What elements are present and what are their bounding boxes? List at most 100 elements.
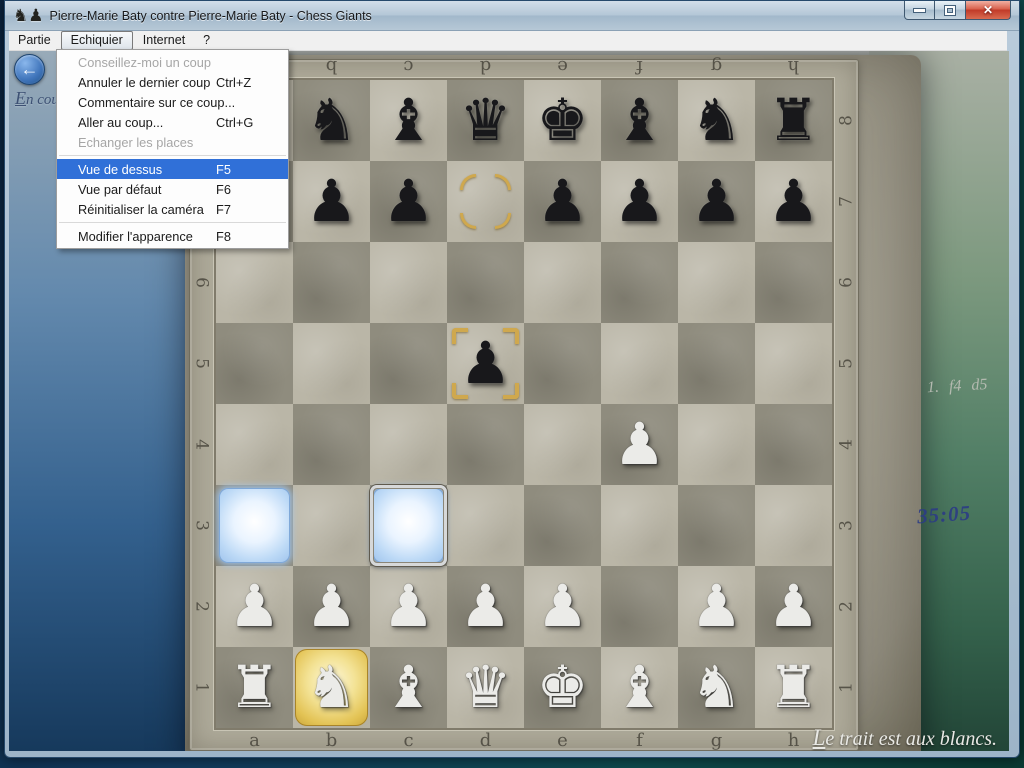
square-e4[interactable] — [524, 404, 601, 485]
square-d4[interactable] — [447, 404, 524, 485]
window-controls: ✕ — [904, 1, 1011, 20]
piece-black-bishop[interactable]: ♝ — [601, 80, 678, 161]
menubar: PartieEchiquierInternet? — [9, 31, 1007, 51]
menubar-item-echiquier[interactable]: Echiquier — [61, 31, 133, 50]
square-g8[interactable]: ♞ — [678, 80, 755, 161]
rank-label-right-3: 3 — [807, 517, 888, 535]
piece-black-pawn[interactable]: ♟ — [524, 161, 601, 242]
square-c2[interactable]: ♟ — [370, 566, 447, 647]
square-f2[interactable] — [601, 566, 678, 647]
file-label-bottom-f: f — [601, 730, 678, 751]
rank-label-right-8: 8 — [807, 112, 888, 130]
square-g2[interactable]: ♟ — [678, 566, 755, 647]
piece-white-pawn[interactable]: ♟ — [370, 566, 447, 647]
menu-item-echanger-les-places: Echanger les places — [57, 132, 288, 152]
menu-item-modifier-l-apparence[interactable]: Modifier l'apparenceF8 — [57, 226, 288, 246]
square-d3[interactable] — [447, 485, 524, 566]
square-d7[interactable] — [447, 161, 524, 242]
square-b6[interactable] — [293, 242, 370, 323]
square-c5[interactable] — [370, 323, 447, 404]
piece-white-pawn[interactable]: ♟ — [293, 566, 370, 647]
menubar-item-partie[interactable]: Partie — [9, 31, 60, 50]
menu-item-label: Réinitialiser la caméra — [78, 202, 216, 217]
square-e2[interactable]: ♟ — [524, 566, 601, 647]
file-label-bottom-c: c — [370, 730, 447, 751]
menu-item-commentaire-sur-ce-coup[interactable]: Commentaire sur ce coup... — [57, 92, 288, 112]
menubar-item-help[interactable]: ? — [194, 31, 219, 50]
square-c4[interactable] — [370, 404, 447, 485]
piece-black-knight[interactable]: ♞ — [293, 80, 370, 161]
file-label-top-f: f — [601, 56, 678, 77]
maximize-button[interactable] — [935, 1, 966, 20]
piece-black-bishop[interactable]: ♝ — [370, 80, 447, 161]
menubar-item-internet[interactable]: Internet — [134, 31, 194, 50]
square-c1[interactable]: ♝ — [370, 647, 447, 728]
piece-white-pawn[interactable]: ♟ — [678, 566, 755, 647]
square-d1[interactable]: ♛ — [447, 647, 524, 728]
square-e5[interactable] — [524, 323, 601, 404]
piece-white-pawn[interactable]: ♟ — [524, 566, 601, 647]
square-f5[interactable] — [601, 323, 678, 404]
menu-item-vue-de-dessus[interactable]: Vue de dessusF5 — [57, 159, 288, 179]
menu-item-label: Vue par défaut — [78, 182, 216, 197]
piece-black-pawn[interactable]: ♟ — [678, 161, 755, 242]
menu-item-annuler-le-dernier-coup[interactable]: Annuler le dernier coupCtrl+Z — [57, 72, 288, 92]
square-b8[interactable]: ♞ — [293, 80, 370, 161]
close-button[interactable]: ✕ — [966, 1, 1011, 20]
piece-black-pawn[interactable]: ♟ — [370, 161, 447, 242]
menu-item-label: Echanger les places — [78, 135, 216, 150]
piece-white-knight[interactable]: ♞ — [678, 647, 755, 728]
piece-white-queen[interactable]: ♛ — [447, 647, 524, 728]
square-d8[interactable]: ♛ — [447, 80, 524, 161]
menu-item-vue-par-d-faut[interactable]: Vue par défautF6 — [57, 179, 288, 199]
square-g6[interactable] — [678, 242, 755, 323]
piece-white-bishop[interactable]: ♝ — [370, 647, 447, 728]
piece-white-king[interactable]: ♚ — [524, 647, 601, 728]
piece-white-pawn[interactable]: ♟ — [447, 566, 524, 647]
square-f8[interactable]: ♝ — [601, 80, 678, 161]
square-g3[interactable] — [678, 485, 755, 566]
square-e7[interactable]: ♟ — [524, 161, 601, 242]
menu-item-aller-au-coup[interactable]: Aller au coup...Ctrl+G — [57, 112, 288, 132]
piece-black-queen[interactable]: ♛ — [447, 80, 524, 161]
square-g4[interactable] — [678, 404, 755, 485]
square-c6[interactable] — [370, 242, 447, 323]
square-g7[interactable]: ♟ — [678, 161, 755, 242]
square-c8[interactable]: ♝ — [370, 80, 447, 161]
square-d5[interactable]: ♟ — [447, 323, 524, 404]
rank-label-right-7: 7 — [807, 193, 888, 211]
menu-item-r-initialiser-la-cam-ra[interactable]: Réinitialiser la caméraF7 — [57, 199, 288, 219]
square-f1[interactable]: ♝ — [601, 647, 678, 728]
square-f7[interactable]: ♟ — [601, 161, 678, 242]
square-e8[interactable]: ♚ — [524, 80, 601, 161]
square-f3[interactable] — [601, 485, 678, 566]
square-b3[interactable] — [293, 485, 370, 566]
piece-white-bishop[interactable]: ♝ — [601, 647, 678, 728]
square-b4[interactable] — [293, 404, 370, 485]
piece-black-pawn[interactable]: ♟ — [293, 161, 370, 242]
square-b5[interactable] — [293, 323, 370, 404]
square-b7[interactable]: ♟ — [293, 161, 370, 242]
square-d6[interactable] — [447, 242, 524, 323]
piece-black-pawn[interactable]: ♟ — [601, 161, 678, 242]
back-button[interactable]: ← — [14, 54, 45, 85]
square-g1[interactable]: ♞ — [678, 647, 755, 728]
piece-black-king[interactable]: ♚ — [524, 80, 601, 161]
square-b2[interactable]: ♟ — [293, 566, 370, 647]
square-d2[interactable]: ♟ — [447, 566, 524, 647]
last-move-to-marker — [452, 328, 468, 344]
square-f4[interactable]: ♟ — [601, 404, 678, 485]
piece-black-knight[interactable]: ♞ — [678, 80, 755, 161]
square-e1[interactable]: ♚ — [524, 647, 601, 728]
minimize-button[interactable] — [904, 1, 935, 20]
rank-label-left-2: 2 — [161, 598, 242, 616]
selected-square-highlight — [295, 649, 368, 726]
square-b1[interactable]: ♞ — [293, 647, 370, 728]
square-c3[interactable] — [370, 485, 447, 566]
piece-white-pawn[interactable]: ♟ — [601, 404, 678, 485]
square-f6[interactable] — [601, 242, 678, 323]
square-e3[interactable] — [524, 485, 601, 566]
square-g5[interactable] — [678, 323, 755, 404]
square-e6[interactable] — [524, 242, 601, 323]
square-c7[interactable]: ♟ — [370, 161, 447, 242]
